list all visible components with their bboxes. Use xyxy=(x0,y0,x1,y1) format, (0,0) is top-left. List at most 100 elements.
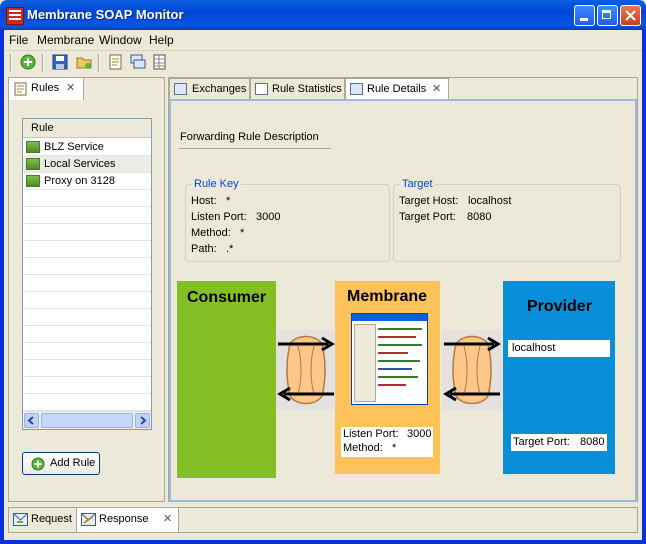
scroll-left-button[interactable] xyxy=(24,413,39,428)
empty-row xyxy=(23,360,151,377)
tab-rules[interactable]: Rules ✕ xyxy=(8,77,84,100)
app-icon xyxy=(6,7,24,25)
menu-bar: File Membrane Window Help xyxy=(4,30,642,51)
target-port-value: 8080 xyxy=(467,211,492,223)
maximize-button[interactable] xyxy=(597,5,618,26)
add-icon[interactable] xyxy=(20,54,36,70)
tab-request-label: Request xyxy=(31,513,72,525)
tab-rule-statistics-label: Rule Statistics xyxy=(272,83,342,95)
horizontal-scrollbar[interactable] xyxy=(23,411,151,429)
close-button[interactable] xyxy=(620,5,641,26)
tab-rule-details[interactable]: Rule Details ✕ xyxy=(345,78,449,100)
scroll-right-button[interactable] xyxy=(135,413,150,428)
path-label: Path: xyxy=(191,243,217,255)
host-value: * xyxy=(226,195,231,207)
empty-row xyxy=(23,326,151,343)
table-icon[interactable] xyxy=(152,54,168,70)
provider-target-port-value: 8080 xyxy=(580,436,605,448)
request-envelope-icon xyxy=(13,513,28,526)
rule-row[interactable]: BLZ Service xyxy=(23,139,151,156)
edit-document-icon[interactable] xyxy=(108,54,124,70)
membrane-info-box: Listen Port: 3000 Method: * xyxy=(341,427,433,457)
consumer-title: Consumer xyxy=(187,289,267,306)
heading-divider xyxy=(179,148,331,149)
window-frame-left xyxy=(0,30,4,544)
rule-icon xyxy=(26,141,40,153)
close-rules-tab-icon[interactable]: ✕ xyxy=(66,81,75,94)
response-envelope-icon xyxy=(81,513,96,526)
add-icon xyxy=(31,457,45,471)
menu-help[interactable]: Help xyxy=(149,33,174,47)
empty-row xyxy=(23,190,151,207)
editor-tabs: Exchanges Rule Statistics Rule Details ✕ xyxy=(169,78,637,100)
arrow-left-icon xyxy=(27,416,34,425)
exchanges-icon xyxy=(174,83,187,95)
menu-window[interactable]: Window xyxy=(99,33,142,47)
save-icon[interactable] xyxy=(52,54,68,70)
rules-icon xyxy=(14,82,27,96)
empty-row xyxy=(23,275,151,292)
minimize-button[interactable] xyxy=(574,5,595,26)
path-value: .* xyxy=(226,243,234,255)
window-frame-right xyxy=(642,30,646,544)
target-host-label: Target Host: xyxy=(399,195,459,207)
membrane-provider-connector xyxy=(442,330,502,410)
rule-column-header: Rule xyxy=(31,122,54,134)
scrollbar-thumb[interactable] xyxy=(41,413,133,428)
window-frame-bottom xyxy=(0,540,646,544)
empty-row xyxy=(23,292,151,309)
rules-table-header[interactable]: Rule xyxy=(23,119,151,138)
tab-request[interactable]: Request xyxy=(9,508,77,532)
close-icon xyxy=(625,10,636,21)
tab-rule-statistics[interactable]: Rule Statistics xyxy=(250,78,345,100)
forwarding-rule-heading: Forwarding Rule Description xyxy=(180,131,319,143)
menu-file[interactable]: File xyxy=(9,33,28,47)
tab-response[interactable]: Response ✕ xyxy=(77,508,179,532)
add-rule-button[interactable]: Add Rule xyxy=(22,452,100,475)
empty-row xyxy=(23,309,151,326)
arrow-right-icon xyxy=(140,416,147,425)
consumer-membrane-connector xyxy=(276,330,336,410)
tab-response-label: Response xyxy=(99,513,149,525)
membrane-method-value: * xyxy=(392,442,397,454)
empty-row xyxy=(23,241,151,258)
menu-membrane[interactable]: Membrane xyxy=(37,33,94,47)
membrane-title: Membrane xyxy=(347,288,428,305)
rule-row[interactable]: Proxy on 3128 xyxy=(23,173,151,190)
rule-row[interactable]: Local Services xyxy=(23,156,151,173)
statistics-icon xyxy=(255,83,268,95)
consumer-box: Consumer xyxy=(177,281,276,478)
windows-icon[interactable] xyxy=(130,54,146,70)
tab-rule-details-label: Rule Details xyxy=(367,83,427,95)
method-value: * xyxy=(240,227,245,239)
rules-table: Rule BLZ Service Local Services Proxy on… xyxy=(22,118,152,430)
target-legend: Target xyxy=(400,178,435,190)
empty-row xyxy=(23,258,151,275)
rule-details-icon xyxy=(350,83,363,95)
provider-title: Provider xyxy=(527,298,592,315)
listen-port-label: Listen Port: xyxy=(191,211,247,223)
host-label: Host: xyxy=(191,195,217,207)
provider-target-port-label: Target Port: xyxy=(513,436,570,448)
tab-exchanges[interactable]: Exchanges xyxy=(169,78,250,100)
open-folder-icon[interactable] xyxy=(76,54,92,70)
provider-host-value: localhost xyxy=(512,342,556,354)
close-response-tab-icon[interactable]: ✕ xyxy=(163,512,172,525)
tab-rules-label: Rules xyxy=(31,82,60,94)
empty-row xyxy=(23,224,151,241)
rule-icon xyxy=(26,175,40,187)
tab-exchanges-label: Exchanges xyxy=(192,83,247,95)
provider-host-box: localhost xyxy=(508,340,610,357)
empty-row xyxy=(23,343,151,360)
close-rule-details-tab-icon[interactable]: ✕ xyxy=(432,82,441,95)
rule-key-legend: Rule Key xyxy=(192,178,241,190)
method-label: Method: xyxy=(191,227,231,239)
listen-port-value: 3000 xyxy=(256,211,281,223)
target-host-value: localhost xyxy=(468,195,512,207)
provider-port-box: Target Port: 8080 xyxy=(511,434,607,451)
target-port-label: Target Port: xyxy=(399,211,456,223)
membrane-listen-port-value: 3000 xyxy=(407,428,432,440)
window-title: Membrane SOAP Monitor xyxy=(27,7,184,22)
membrane-screenshot-thumbnail xyxy=(351,313,428,405)
empty-row xyxy=(23,394,151,411)
